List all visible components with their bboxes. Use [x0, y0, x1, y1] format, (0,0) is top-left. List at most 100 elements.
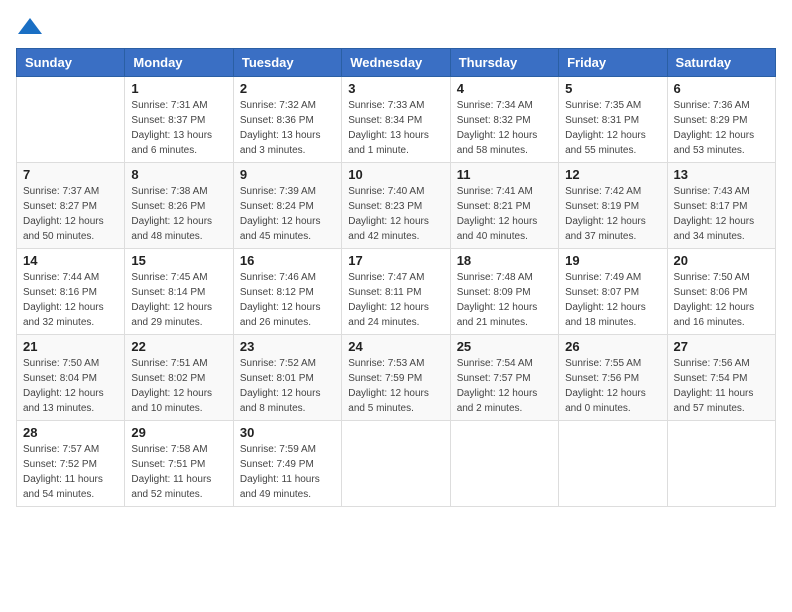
calendar-week-row: 28Sunrise: 7:57 AMSunset: 7:52 PMDayligh… [17, 421, 776, 507]
day-number: 24 [348, 339, 443, 354]
day-number: 13 [674, 167, 769, 182]
day-info: Sunrise: 7:54 AMSunset: 7:57 PMDaylight:… [457, 356, 552, 416]
day-info: Sunrise: 7:42 AMSunset: 8:19 PMDaylight:… [565, 184, 660, 244]
day-number: 16 [240, 253, 335, 268]
logo [16, 16, 48, 38]
day-number: 15 [131, 253, 226, 268]
calendar-cell: 6 Sunrise: 7:36 AMSunset: 8:29 PMDaylight… [667, 77, 775, 163]
calendar-cell [667, 421, 775, 507]
day-number: 22 [131, 339, 226, 354]
day-info: Sunrise: 7:44 AMSunset: 8:16 PMDaylight:… [23, 270, 118, 330]
day-number: 30 [240, 425, 335, 440]
calendar-cell: 23 Sunrise: 7:52 AMSunset: 8:01 PMDayligh… [233, 335, 341, 421]
day-info: Sunrise: 7:35 AMSunset: 8:31 PMDaylight:… [565, 98, 660, 158]
calendar-week-row: 14 Sunrise: 7:44 AMSunset: 8:16 PMDayligh… [17, 249, 776, 335]
day-info: Sunrise: 7:52 AMSunset: 8:01 PMDaylight:… [240, 356, 335, 416]
weekday-header-tuesday: Tuesday [233, 49, 341, 77]
day-info: Sunrise: 7:50 AMSunset: 8:04 PMDaylight:… [23, 356, 118, 416]
calendar-cell [17, 77, 125, 163]
calendar-cell [342, 421, 450, 507]
weekday-header-wednesday: Wednesday [342, 49, 450, 77]
weekday-header-saturday: Saturday [667, 49, 775, 77]
day-info: Sunrise: 7:51 AMSunset: 8:02 PMDaylight:… [131, 356, 226, 416]
weekday-header-thursday: Thursday [450, 49, 558, 77]
calendar-cell: 2 Sunrise: 7:32 AMSunset: 8:36 PMDaylight… [233, 77, 341, 163]
day-number: 19 [565, 253, 660, 268]
calendar-cell: 17Sunrise: 7:47 AMSunset: 8:11 PMDayligh… [342, 249, 450, 335]
day-number: 7 [23, 167, 118, 182]
day-info: Sunrise: 7:50 AMSunset: 8:06 PMDaylight:… [674, 270, 769, 330]
day-info: Sunrise: 7:31 AMSunset: 8:37 PMDaylight:… [131, 98, 226, 158]
calendar-cell: 14 Sunrise: 7:44 AMSunset: 8:16 PMDayligh… [17, 249, 125, 335]
calendar-table: SundayMondayTuesdayWednesdayThursdayFrid… [16, 48, 776, 507]
day-number: 5 [565, 81, 660, 96]
day-info: Sunrise: 7:59 AMSunset: 7:49 PMDaylight:… [240, 442, 335, 502]
day-number: 12 [565, 167, 660, 182]
day-info: Sunrise: 7:33 AMSunset: 8:34 PMDaylight:… [348, 98, 443, 158]
day-number: 9 [240, 167, 335, 182]
calendar-cell: 7Sunrise: 7:37 AMSunset: 8:27 PMDaylight… [17, 163, 125, 249]
day-info: Sunrise: 7:55 AMSunset: 7:56 PMDaylight:… [565, 356, 660, 416]
day-number: 14 [23, 253, 118, 268]
calendar-week-row: 21 Sunrise: 7:50 AMSunset: 8:04 PMDayligh… [17, 335, 776, 421]
day-number: 20 [674, 253, 769, 268]
calendar-cell: 18 Sunrise: 7:48 AMSunset: 8:09 PMDayligh… [450, 249, 558, 335]
calendar-cell: 30 Sunrise: 7:59 AMSunset: 7:49 PMDayligh… [233, 421, 341, 507]
day-number: 23 [240, 339, 335, 354]
calendar-cell [450, 421, 558, 507]
day-number: 3 [348, 81, 443, 96]
weekday-header-monday: Monday [125, 49, 233, 77]
calendar-cell: 21 Sunrise: 7:50 AMSunset: 8:04 PMDayligh… [17, 335, 125, 421]
day-number: 26 [565, 339, 660, 354]
header [16, 16, 776, 38]
day-info: Sunrise: 7:57 AMSunset: 7:52 PMDaylight:… [23, 442, 118, 502]
day-info: Sunrise: 7:39 AMSunset: 8:24 PMDaylight:… [240, 184, 335, 244]
day-number: 4 [457, 81, 552, 96]
calendar-week-row: 1 Sunrise: 7:31 AMSunset: 8:37 PMDaylight… [17, 77, 776, 163]
calendar-cell: 5 Sunrise: 7:35 AMSunset: 8:31 PMDaylight… [559, 77, 667, 163]
calendar-cell: 15 Sunrise: 7:45 AMSunset: 8:14 PMDayligh… [125, 249, 233, 335]
weekday-header-friday: Friday [559, 49, 667, 77]
day-info: Sunrise: 7:43 AMSunset: 8:17 PMDaylight:… [674, 184, 769, 244]
calendar-cell: 20 Sunrise: 7:50 AMSunset: 8:06 PMDayligh… [667, 249, 775, 335]
day-number: 8 [131, 167, 226, 182]
calendar-cell: 3 Sunrise: 7:33 AMSunset: 8:34 PMDaylight… [342, 77, 450, 163]
day-info: Sunrise: 7:40 AMSunset: 8:23 PMDaylight:… [348, 184, 443, 244]
day-number: 11 [457, 167, 552, 182]
calendar-cell: 1 Sunrise: 7:31 AMSunset: 8:37 PMDaylight… [125, 77, 233, 163]
calendar-cell [559, 421, 667, 507]
day-info: Sunrise: 7:38 AMSunset: 8:26 PMDaylight:… [131, 184, 226, 244]
day-number: 25 [457, 339, 552, 354]
day-info: Sunrise: 7:41 AMSunset: 8:21 PMDaylight:… [457, 184, 552, 244]
day-info: Sunrise: 7:45 AMSunset: 8:14 PMDaylight:… [131, 270, 226, 330]
day-number: 29 [131, 425, 226, 440]
day-number: 1 [131, 81, 226, 96]
generalblue-logo-icon [16, 16, 44, 38]
calendar-cell: 8 Sunrise: 7:38 AMSunset: 8:26 PMDaylight… [125, 163, 233, 249]
day-info: Sunrise: 7:48 AMSunset: 8:09 PMDaylight:… [457, 270, 552, 330]
weekday-header-sunday: Sunday [17, 49, 125, 77]
day-number: 18 [457, 253, 552, 268]
calendar-cell: 12 Sunrise: 7:42 AMSunset: 8:19 PMDayligh… [559, 163, 667, 249]
calendar-cell: 4 Sunrise: 7:34 AMSunset: 8:32 PMDaylight… [450, 77, 558, 163]
calendar-cell: 26 Sunrise: 7:55 AMSunset: 7:56 PMDayligh… [559, 335, 667, 421]
calendar-cell: 11 Sunrise: 7:41 AMSunset: 8:21 PMDayligh… [450, 163, 558, 249]
weekday-header-row: SundayMondayTuesdayWednesdayThursdayFrid… [17, 49, 776, 77]
calendar-cell: 16Sunrise: 7:46 AMSunset: 8:12 PMDayligh… [233, 249, 341, 335]
calendar-cell: 19Sunrise: 7:49 AMSunset: 8:07 PMDayligh… [559, 249, 667, 335]
calendar-cell: 9 Sunrise: 7:39 AMSunset: 8:24 PMDaylight… [233, 163, 341, 249]
calendar-cell: 13 Sunrise: 7:43 AMSunset: 8:17 PMDayligh… [667, 163, 775, 249]
day-number: 21 [23, 339, 118, 354]
day-number: 2 [240, 81, 335, 96]
day-info: Sunrise: 7:36 AMSunset: 8:29 PMDaylight:… [674, 98, 769, 158]
calendar-cell: 28Sunrise: 7:57 AMSunset: 7:52 PMDayligh… [17, 421, 125, 507]
day-number: 27 [674, 339, 769, 354]
calendar-cell: 25 Sunrise: 7:54 AMSunset: 7:57 PMDayligh… [450, 335, 558, 421]
day-number: 6 [674, 81, 769, 96]
calendar-cell: 29Sunrise: 7:58 AMSunset: 7:51 PMDayligh… [125, 421, 233, 507]
day-info: Sunrise: 7:32 AMSunset: 8:36 PMDaylight:… [240, 98, 335, 158]
day-number: 17 [348, 253, 443, 268]
day-info: Sunrise: 7:34 AMSunset: 8:32 PMDaylight:… [457, 98, 552, 158]
calendar-week-row: 7Sunrise: 7:37 AMSunset: 8:27 PMDaylight… [17, 163, 776, 249]
calendar-cell: 22 Sunrise: 7:51 AMSunset: 8:02 PMDayligh… [125, 335, 233, 421]
